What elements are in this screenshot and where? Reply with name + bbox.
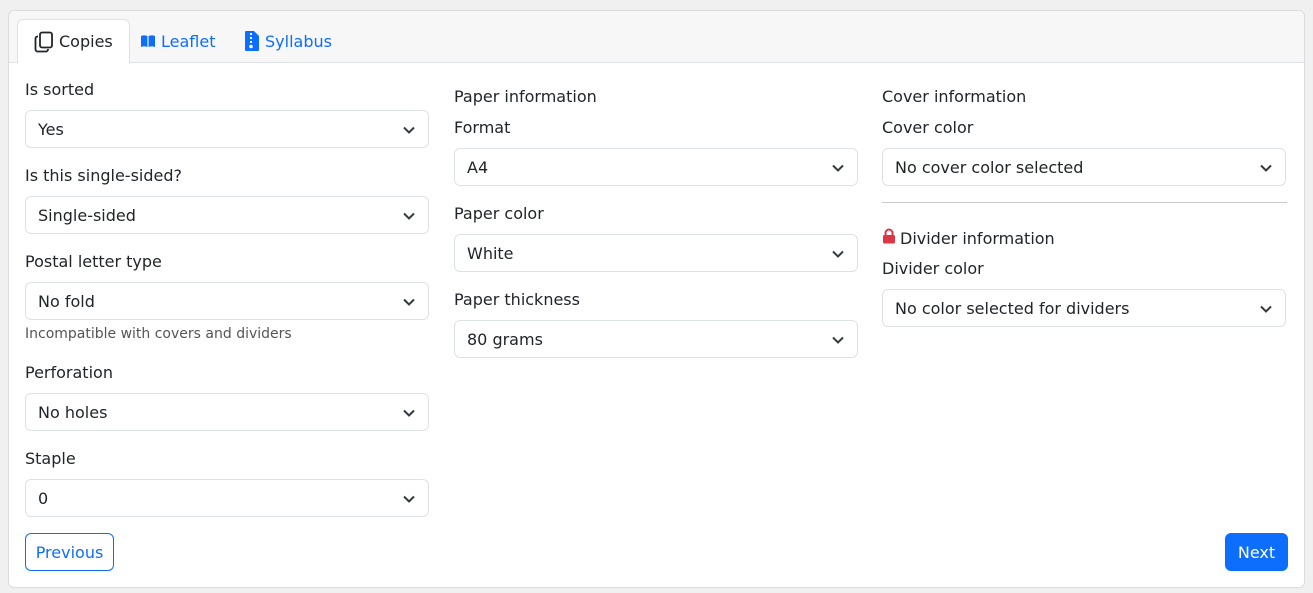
postal-letter-select[interactable]: No fold xyxy=(25,282,429,320)
postal-letter-label: Postal letter type xyxy=(25,252,162,271)
book-icon xyxy=(140,34,156,48)
paper-color-select[interactable]: White xyxy=(454,234,858,272)
perforation-value: No holes xyxy=(38,402,108,422)
is-sorted-select[interactable]: Yes xyxy=(25,110,429,148)
format-label: Format xyxy=(454,118,511,137)
tab-leaflet[interactable]: Leaflet xyxy=(123,19,232,63)
perforation-select[interactable]: No holes xyxy=(25,393,429,431)
cover-color-select[interactable]: No cover color selected xyxy=(882,148,1286,186)
cover-color-value: No cover color selected xyxy=(895,157,1084,177)
format-select[interactable]: A4 xyxy=(454,148,858,186)
form-card: Copies Leaflet Syllabus Is sorted Yes Is… xyxy=(8,10,1305,588)
chevron-down-icon xyxy=(402,120,416,139)
next-button[interactable]: Next xyxy=(1225,533,1288,571)
section-divider xyxy=(882,202,1287,203)
divider-color-label: Divider color xyxy=(882,259,984,278)
lock-icon xyxy=(882,228,896,248)
staple-select[interactable]: 0 xyxy=(25,479,429,517)
format-value: A4 xyxy=(467,157,489,177)
copy-icon xyxy=(34,31,54,53)
perforation-label: Perforation xyxy=(25,363,113,382)
paper-color-label: Paper color xyxy=(454,204,544,223)
paper-information-heading: Paper information xyxy=(454,87,597,106)
tab-copies-label: Copies xyxy=(59,32,113,51)
chevron-down-icon xyxy=(402,292,416,311)
paper-color-value: White xyxy=(467,243,514,263)
chevron-down-icon xyxy=(402,489,416,508)
postal-letter-value: No fold xyxy=(38,291,95,311)
previous-button[interactable]: Previous xyxy=(25,533,114,571)
is-sorted-label: Is sorted xyxy=(25,80,95,99)
cover-information-heading: Cover information xyxy=(882,87,1027,106)
staple-value: 0 xyxy=(38,488,49,508)
chevron-down-icon xyxy=(402,206,416,225)
chevron-down-icon xyxy=(1259,299,1273,318)
single-sided-select[interactable]: Single-sided xyxy=(25,196,429,234)
chevron-down-icon xyxy=(831,330,845,349)
divider-information-text: Divider information xyxy=(900,228,1055,248)
single-sided-label: Is this single-sided? xyxy=(25,166,182,185)
cover-color-label: Cover color xyxy=(882,118,974,137)
staple-label: Staple xyxy=(25,449,76,468)
tab-copies[interactable]: Copies xyxy=(17,19,130,64)
divider-information-heading: Divider information xyxy=(882,228,1055,248)
paper-thickness-select[interactable]: 80 grams xyxy=(454,320,858,358)
tab-syllabus-label: Syllabus xyxy=(265,31,332,51)
is-sorted-value: Yes xyxy=(38,119,64,139)
paper-thickness-value: 80 grams xyxy=(467,329,543,349)
tab-syllabus[interactable]: Syllabus xyxy=(227,19,349,63)
chevron-down-icon xyxy=(831,244,845,263)
divider-color-value: No color selected for dividers xyxy=(895,298,1130,318)
single-sided-value: Single-sided xyxy=(38,205,136,225)
postal-letter-hint: Incompatible with covers and dividers xyxy=(25,326,292,342)
chevron-down-icon xyxy=(1259,158,1273,177)
paper-thickness-label: Paper thickness xyxy=(454,290,580,309)
zip-file-icon xyxy=(244,30,260,52)
chevron-down-icon xyxy=(402,403,416,422)
tab-leaflet-label: Leaflet xyxy=(161,31,216,51)
divider-color-select[interactable]: No color selected for dividers xyxy=(882,289,1286,327)
chevron-down-icon xyxy=(831,158,845,177)
tab-bar: Copies Leaflet Syllabus xyxy=(9,11,1304,64)
